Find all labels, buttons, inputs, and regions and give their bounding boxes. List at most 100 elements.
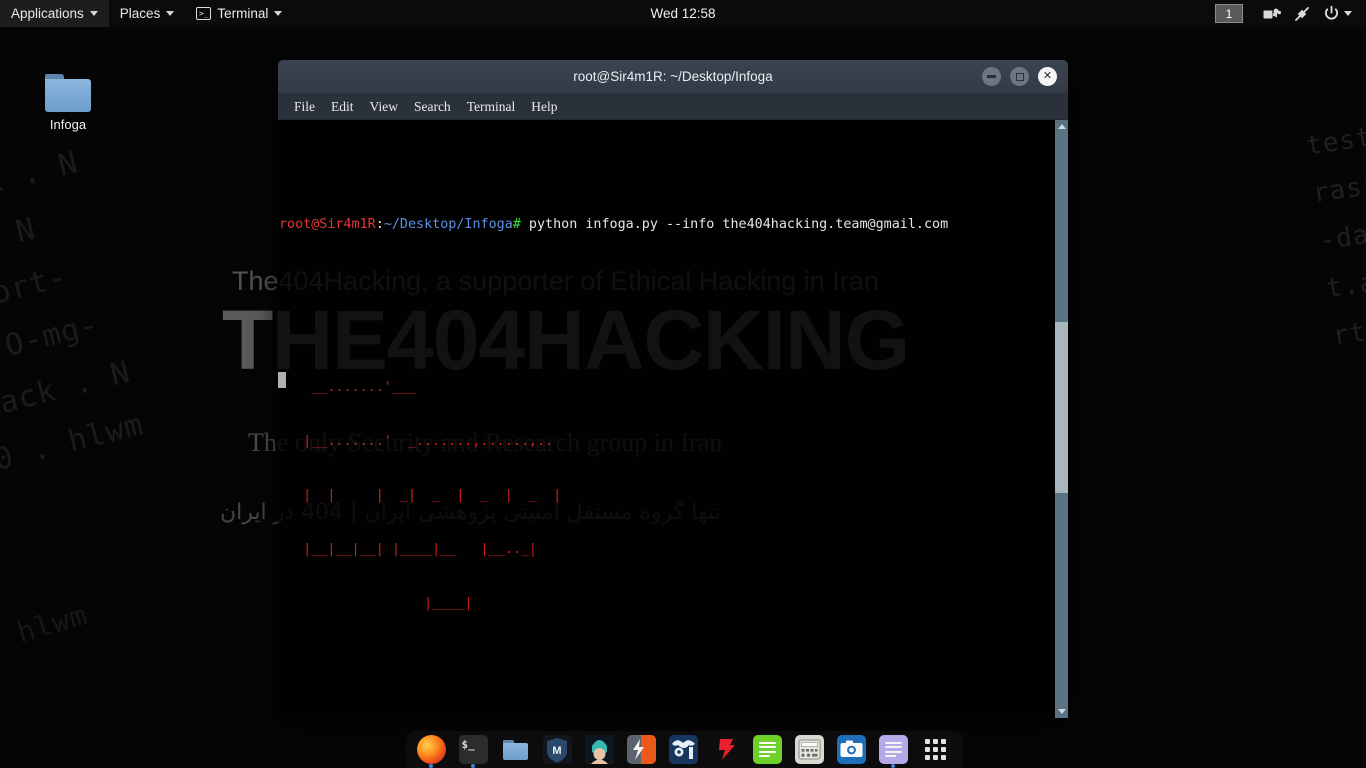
terminal-scrollbar[interactable]	[1055, 120, 1068, 718]
menu-file[interactable]: File	[286, 97, 323, 117]
top-panel: Applications Places >_ Terminal Wed 12:5…	[0, 0, 1366, 27]
desktop-icon-infoga[interactable]: Infoga	[26, 74, 110, 132]
folder-icon	[45, 74, 91, 112]
faraday-icon	[710, 735, 740, 764]
dock-item-text-editor[interactable]	[751, 734, 783, 766]
chevron-down-icon	[89, 11, 98, 16]
scrollbar-track[interactable]	[1055, 133, 1068, 705]
beef-glyph	[668, 735, 698, 764]
chevron-down-icon	[1344, 11, 1352, 16]
beef-icon	[668, 735, 698, 764]
ascii-art-line: __.......'___	[279, 379, 417, 395]
network-connection-icon[interactable]	[1287, 0, 1317, 27]
terminal-cursor	[278, 372, 286, 388]
shield-glyph: M	[547, 737, 567, 762]
chevron-down-icon	[166, 11, 175, 16]
dock-item-burpsuite[interactable]	[625, 734, 657, 766]
menu-bar: File Edit View Search Terminal Help	[278, 94, 1068, 120]
terminal-window-label: Terminal	[217, 6, 269, 21]
camcorder-glyph	[1263, 8, 1281, 18]
menu-edit[interactable]: Edit	[323, 97, 362, 117]
dock-item-show-applications[interactable]	[919, 734, 951, 766]
dock-item-faraday[interactable]	[709, 734, 741, 766]
terminal-window[interactable]: root@Sir4m1R: ~/Desktop/Infoga ✕ File Ed…	[278, 60, 1068, 718]
dock-item-firefox[interactable]	[415, 734, 447, 768]
prompt-path: ~/Desktop/Infoga	[383, 217, 513, 233]
terminal-icon: $_	[458, 735, 488, 764]
dock-item-files[interactable]	[499, 734, 531, 766]
prompt-user-host: root@Sir4m1R	[279, 217, 376, 233]
menu-places[interactable]: Places	[109, 0, 186, 27]
close-button[interactable]: ✕	[1038, 67, 1057, 86]
ascii-art-line: |____|	[279, 596, 473, 612]
dock-item-terminal[interactable]: $_	[457, 734, 489, 768]
prompt-colon: :	[375, 217, 384, 233]
maximize-button[interactable]	[1010, 67, 1029, 86]
menu-view[interactable]: View	[362, 97, 406, 117]
terminal-icon: >_	[196, 7, 212, 20]
close-icon: ✕	[1042, 70, 1053, 82]
workspace-switcher[interactable]: 1	[1215, 4, 1243, 23]
menu-help[interactable]: Help	[523, 97, 565, 117]
calculator-icon	[794, 735, 824, 764]
burpsuite-icon	[626, 735, 656, 764]
dock-item-metasploit[interactable]: M	[541, 734, 573, 766]
burp-glyph	[626, 735, 656, 764]
prompt-hash: #	[512, 217, 521, 233]
notes-icon	[878, 735, 908, 764]
svg-text:M: M	[552, 745, 561, 757]
wallpaper-code-right: testbrasil rasil .n -data .n t.a .net rt…	[1304, 108, 1366, 352]
screen-recorder-icon[interactable]	[1257, 0, 1287, 27]
ascii-art-line: |__|__|__| |____|__ |__.._|	[279, 542, 537, 558]
panel-tray: 1	[1215, 0, 1366, 27]
metasploit-icon: M	[542, 735, 572, 764]
terminal-body[interactable]: root@Sir4m1R:~/Desktop/Infoga# python in…	[278, 120, 1068, 718]
faraday-glyph	[710, 735, 740, 764]
dock-item-notes[interactable]	[877, 734, 909, 768]
power-menu[interactable]	[1317, 0, 1358, 27]
desktop-icon-label: Infoga	[49, 117, 87, 132]
camera-glyph	[840, 740, 862, 757]
scroll-up-button[interactable]	[1055, 120, 1068, 133]
power-icon	[1325, 5, 1338, 20]
scroll-down-button[interactable]	[1055, 705, 1068, 718]
places-label: Places	[119, 6, 161, 21]
firefox-icon	[416, 735, 446, 764]
ascii-art-line: | | | _| _ | _ | _ |	[279, 487, 562, 503]
menu-terminal[interactable]: Terminal	[459, 97, 524, 117]
wallpaper-code-left: bаck . N O . N 3-ort- S-O-mg- back . N 0…	[0, 145, 148, 478]
show-applications-icon	[921, 735, 950, 764]
window-title-bar[interactable]: root@Sir4m1R: ~/Desktop/Infoga ✕	[278, 60, 1068, 94]
screenshot-icon	[836, 735, 866, 764]
menu-applications[interactable]: Applications	[0, 0, 109, 27]
dock: $_ M	[406, 731, 963, 768]
menu-terminal-window[interactable]: >_ Terminal	[185, 0, 293, 27]
dock-item-beef[interactable]	[667, 734, 699, 766]
window-title: root@Sir4m1R: ~/Desktop/Infoga	[573, 69, 773, 84]
calculator-glyph	[798, 739, 820, 760]
menu-search[interactable]: Search	[406, 97, 459, 117]
minimize-icon	[987, 75, 996, 78]
terminal-prompt-line: root@Sir4m1R:~/Desktop/Infoga# python in…	[278, 216, 1055, 234]
maximize-icon	[1015, 72, 1024, 81]
files-icon	[501, 735, 530, 764]
dock-item-calculator[interactable]	[793, 734, 825, 766]
running-indicator	[891, 763, 895, 768]
terminal-output[interactable]: root@Sir4m1R:~/Desktop/Infoga# python in…	[278, 120, 1055, 718]
dock-item-armitage[interactable]	[583, 734, 615, 766]
running-indicator	[429, 763, 433, 768]
chevron-down-icon	[1057, 709, 1066, 714]
chevron-down-icon	[274, 11, 283, 16]
chevron-up-icon	[1057, 124, 1066, 129]
ascii-art-line: |__.......' _.......,......,..	[279, 433, 554, 449]
running-indicator	[471, 763, 475, 768]
armitage-glyph	[584, 735, 614, 764]
plug-glyph	[1295, 6, 1309, 21]
text-editor-icon	[752, 735, 782, 764]
applications-label: Applications	[11, 6, 84, 21]
wallpaper-code-bottom-left: mor O . hlwm	[0, 598, 92, 660]
minimize-button[interactable]	[982, 67, 1001, 86]
window-controls: ✕	[982, 67, 1068, 86]
scrollbar-thumb[interactable]	[1055, 321, 1068, 494]
dock-item-screenshot[interactable]	[835, 734, 867, 766]
